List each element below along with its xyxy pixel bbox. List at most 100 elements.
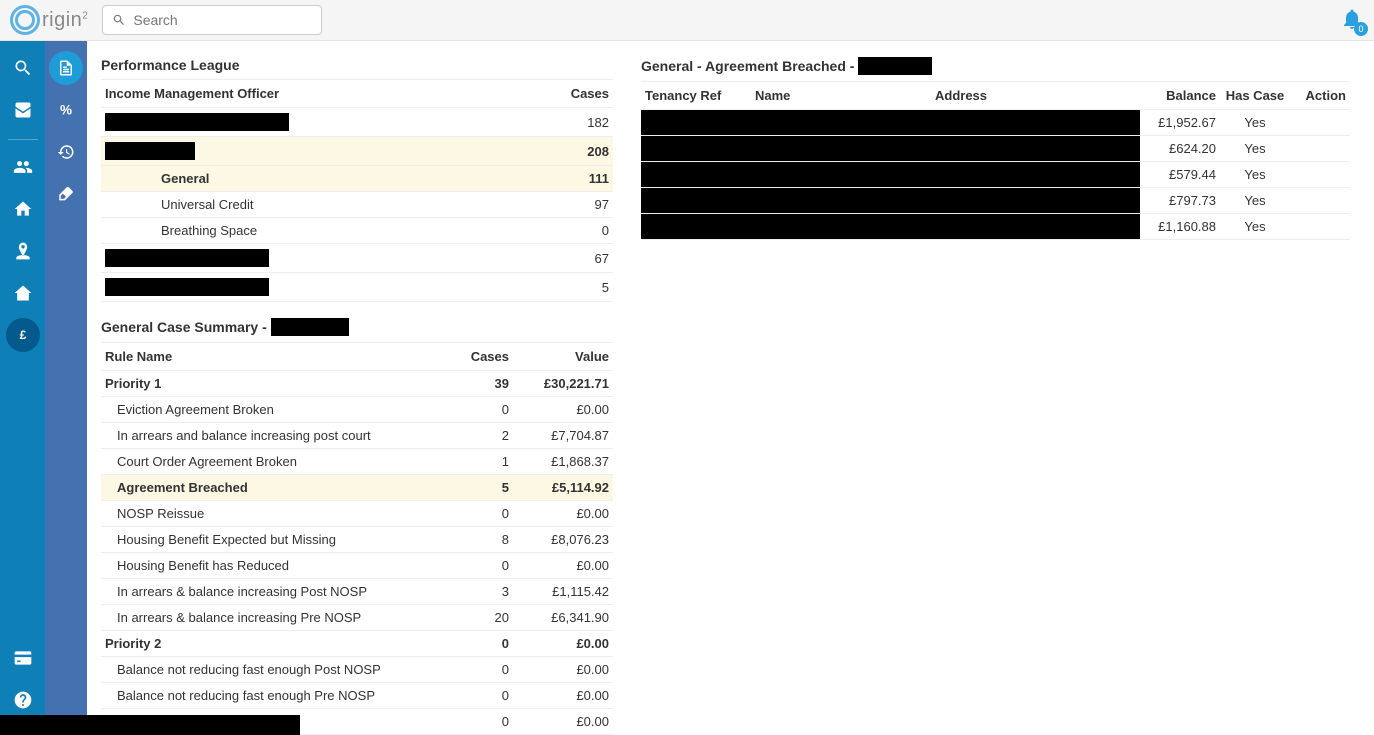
redacted-block bbox=[858, 57, 932, 75]
table-row[interactable]: Housing Benefit has Reduced0£0.00 bbox=[101, 553, 613, 579]
svg-text:%: % bbox=[60, 103, 72, 118]
col-action: Action bbox=[1290, 82, 1350, 110]
table-row[interactable]: Priority 139£30,221.71 bbox=[101, 371, 613, 397]
search-wrap bbox=[102, 5, 322, 35]
value-cell: £7,704.87 bbox=[513, 423, 613, 449]
redacted-cell bbox=[751, 188, 931, 214]
cases-cell: 1 bbox=[443, 449, 513, 475]
rule-cell: Priority 2 bbox=[101, 631, 443, 657]
table-row[interactable]: £797.73 Yes bbox=[641, 188, 1350, 214]
redacted-cell bbox=[931, 214, 1140, 240]
table-row[interactable]: Balance not reducing fast enough Post NO… bbox=[101, 657, 613, 683]
search-input[interactable] bbox=[102, 5, 322, 35]
action-cell[interactable] bbox=[1290, 136, 1350, 162]
left-column: Performance League Income Management Off… bbox=[87, 41, 627, 735]
redacted-cell bbox=[751, 136, 931, 162]
logo-icon bbox=[10, 5, 40, 35]
table-row[interactable]: £1,160.88 Yes bbox=[641, 214, 1350, 240]
col-hascase: Has Case bbox=[1220, 82, 1290, 110]
action-cell[interactable] bbox=[1290, 188, 1350, 214]
redacted-cell bbox=[641, 110, 751, 136]
table-row[interactable]: £624.20 Yes bbox=[641, 136, 1350, 162]
table-row[interactable]: Priority 20£0.00 bbox=[101, 631, 613, 657]
nav-users-icon[interactable] bbox=[6, 150, 40, 184]
action-cell[interactable] bbox=[1290, 214, 1350, 240]
redacted-cell bbox=[641, 162, 751, 188]
subnav-history-icon[interactable] bbox=[49, 135, 83, 169]
value-cell: £6,341.90 bbox=[513, 605, 613, 631]
table-row[interactable]: 182 bbox=[101, 108, 613, 137]
main-content: Performance League Income Management Off… bbox=[87, 41, 1374, 735]
nav-place-icon[interactable] bbox=[6, 234, 40, 268]
hascase-cell: Yes bbox=[1220, 162, 1290, 188]
logo: rigin2 bbox=[10, 5, 88, 35]
table-row[interactable]: £1,952.67 Yes bbox=[641, 110, 1350, 136]
balance-cell: £624.20 bbox=[1140, 136, 1220, 162]
cases-cell: 0 bbox=[443, 501, 513, 527]
value-cell: £0.00 bbox=[513, 683, 613, 709]
table-row[interactable]: 208 bbox=[101, 137, 613, 166]
table-row[interactable]: £579.44 Yes bbox=[641, 162, 1350, 188]
cases-cell: 111 bbox=[514, 166, 614, 192]
sidebar-divider bbox=[8, 139, 38, 140]
value-cell: £0.00 bbox=[513, 553, 613, 579]
table-row[interactable]: Agreement Breached5£5,114.92 bbox=[101, 475, 613, 501]
table-row[interactable]: In arrears & balance increasing Post NOS… bbox=[101, 579, 613, 605]
performance-league-table: Income Management Officer Cases 182208Ge… bbox=[101, 80, 613, 302]
nav-payment-icon[interactable] bbox=[6, 641, 40, 675]
balance-cell: £1,160.88 bbox=[1140, 214, 1220, 240]
value-cell: £0.00 bbox=[513, 709, 613, 735]
rule-cell: Priority 1 bbox=[101, 371, 443, 397]
table-row[interactable]: 5 bbox=[101, 273, 613, 302]
redacted-block bbox=[105, 249, 269, 267]
table-row[interactable]: Court Order Agreement Broken1£1,868.37 bbox=[101, 449, 613, 475]
subnav-document-icon[interactable] bbox=[49, 51, 83, 85]
col-balance: Balance bbox=[1140, 82, 1220, 110]
balance-cell: £1,952.67 bbox=[1140, 110, 1220, 136]
notifications-button[interactable]: 0 bbox=[1340, 7, 1364, 34]
redacted-block bbox=[105, 113, 289, 131]
redacted-cell bbox=[641, 214, 751, 240]
table-row[interactable]: 67 bbox=[101, 244, 613, 273]
nav-inbox-icon[interactable] bbox=[6, 93, 40, 127]
table-row[interactable]: In arrears and balance increasing post c… bbox=[101, 423, 613, 449]
col-officer: Income Management Officer bbox=[101, 80, 514, 108]
table-row[interactable]: Breathing Space0 bbox=[101, 218, 613, 244]
nav-home-icon[interactable] bbox=[6, 192, 40, 226]
value-cell: £5,114.92 bbox=[513, 475, 613, 501]
action-cell[interactable] bbox=[1290, 162, 1350, 188]
subnav-eraser-icon[interactable] bbox=[49, 177, 83, 211]
col-cases: Cases bbox=[514, 80, 614, 108]
subnav-percent-icon[interactable]: % bbox=[49, 93, 83, 127]
table-row[interactable]: Balance not reducing fast enough Pre NOS… bbox=[101, 683, 613, 709]
table-row[interactable]: NOSP Reissue0£0.00 bbox=[101, 501, 613, 527]
rule-cell: Court Order Agreement Broken bbox=[101, 449, 443, 475]
officer-cell: Breathing Space bbox=[101, 218, 514, 244]
hascase-cell: Yes bbox=[1220, 214, 1290, 240]
col-tenancy-ref: Tenancy Ref bbox=[641, 82, 751, 110]
table-row[interactable]: General111 bbox=[101, 166, 613, 192]
table-row[interactable]: Eviction Agreement Broken0£0.00 bbox=[101, 397, 613, 423]
redacted-cell bbox=[641, 188, 751, 214]
nav-currency-icon[interactable]: £ bbox=[6, 318, 40, 352]
nav-help-icon[interactable] bbox=[6, 683, 40, 717]
svg-text:£: £ bbox=[19, 328, 26, 342]
table-row[interactable]: Universal Credit97 bbox=[101, 192, 613, 218]
table-row[interactable]: In arrears & balance increasing Pre NOSP… bbox=[101, 605, 613, 631]
value-cell: £0.00 bbox=[513, 631, 613, 657]
cases-cell: 0 bbox=[514, 218, 614, 244]
rule-cell: In arrears & balance increasing Post NOS… bbox=[101, 579, 443, 605]
case-summary-title: General Case Summary - bbox=[101, 312, 613, 343]
cases-cell: 182 bbox=[514, 108, 614, 137]
redacted-cell bbox=[931, 136, 1140, 162]
cases-cell: 5 bbox=[514, 273, 614, 302]
rule-cell: Balance not reducing fast enough Pre NOS… bbox=[101, 683, 443, 709]
nav-search-icon[interactable] bbox=[6, 51, 40, 85]
action-cell[interactable] bbox=[1290, 110, 1350, 136]
redacted-block bbox=[105, 278, 269, 296]
redacted-footer bbox=[0, 715, 300, 735]
nav-house-user-icon[interactable] bbox=[6, 276, 40, 310]
redacted-cell bbox=[641, 136, 751, 162]
table-row[interactable]: Housing Benefit Expected but Missing8£8,… bbox=[101, 527, 613, 553]
tenancy-table: Tenancy Ref Name Address Balance Has Cas… bbox=[641, 82, 1350, 240]
